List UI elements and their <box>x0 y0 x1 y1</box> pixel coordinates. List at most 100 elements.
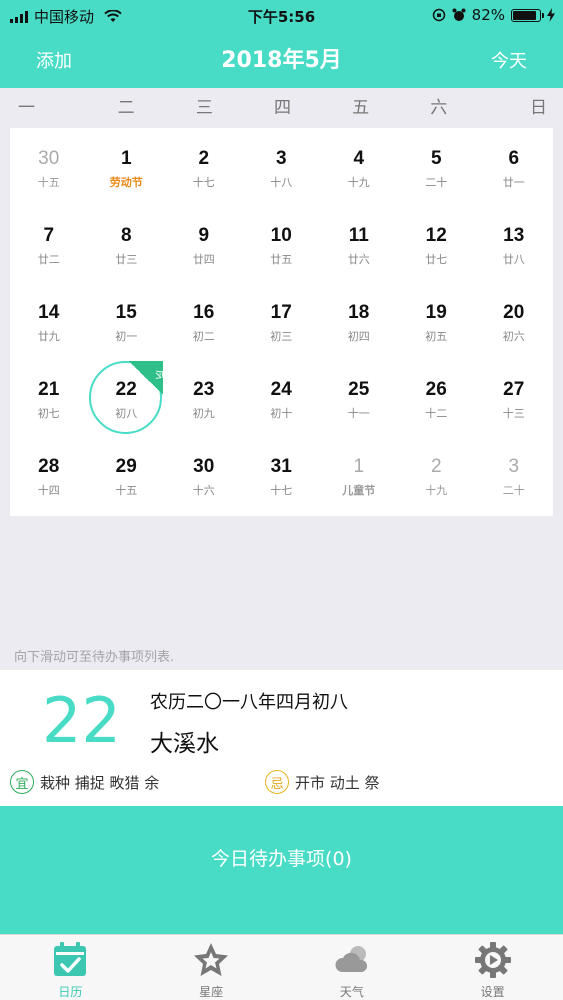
day-element: 大溪水 <box>150 731 219 757</box>
calendar-day[interactable]: 30 十五 <box>10 128 88 205</box>
calendar-day[interactable]: 2 十九 <box>398 436 476 513</box>
day-number: 3 <box>275 148 287 169</box>
calendar-day[interactable]: 14 廿九 <box>10 282 88 359</box>
day-number: 24 <box>270 379 292 400</box>
lunar-day: 初七 <box>37 407 60 420</box>
lunar-day: 初六 <box>502 330 525 343</box>
calendar-day[interactable]: 23 初九 <box>165 359 243 436</box>
lunar-day: 初十 <box>270 407 293 420</box>
calendar-week-row: 7 廿二 8 廿三 9 廿四 10 廿五 11 廿六 12 廿七 13 廿八 <box>10 205 553 282</box>
calendar-day-today[interactable]: 今天 22 初八 <box>88 359 167 436</box>
day-number: 27 <box>503 379 525 400</box>
day-number: 25 <box>348 379 370 400</box>
lunar-day: 二十 <box>425 176 448 189</box>
lunar-day: 十二 <box>425 407 448 420</box>
calendar-day[interactable]: 1 儿童节 <box>320 436 398 513</box>
lunar-day: 初八 <box>115 407 138 420</box>
day-number: 7 <box>43 225 55 246</box>
day-number: 19 <box>425 302 447 323</box>
calendar-day[interactable]: 9 廿四 <box>165 205 243 282</box>
day-number: 26 <box>425 379 447 400</box>
calendar-day[interactable]: 3 十八 <box>243 128 321 205</box>
calendar-day[interactable]: 11 廿六 <box>320 205 398 282</box>
lunar-day: 初五 <box>425 330 448 343</box>
day-number: 2 <box>198 148 210 169</box>
todo-panel[interactable]: 今日待办事项(0) <box>0 806 563 934</box>
lunar-day: 十一 <box>347 407 370 420</box>
tab-horoscope[interactable]: 星座 <box>141 935 282 1000</box>
tab-settings[interactable]: 设置 <box>422 935 563 1000</box>
avoid-activities: 忌 开市 动土 祭 <box>265 770 380 794</box>
calendar-day[interactable]: 28 十四 <box>10 436 88 513</box>
calendar-day[interactable]: 4 十九 <box>320 128 398 205</box>
orientation-lock-icon <box>432 8 445 22</box>
lunar-day: 廿七 <box>425 253 448 266</box>
today-button[interactable]: 今天 <box>491 47 527 73</box>
suitable-text: 栽种 捕捉 畋猎 余 <box>40 773 160 792</box>
lunar-day: 廿五 <box>270 253 293 266</box>
cloud-sun-icon <box>335 946 367 972</box>
lunar-day: 廿四 <box>192 253 215 266</box>
calendar-day[interactable]: 6 廿一 <box>475 128 553 205</box>
tab-bar: 日历 星座 天气 设置 <box>0 934 563 1000</box>
calendar-day[interactable]: 30 十六 <box>165 436 243 513</box>
day-number: 14 <box>38 302 60 323</box>
day-number: 6 <box>508 148 520 169</box>
day-number: 15 <box>115 302 137 323</box>
calendar-day[interactable]: 2 十七 <box>165 128 243 205</box>
day-number: 20 <box>503 302 525 323</box>
day-number: 11 <box>348 225 369 246</box>
day-number: 23 <box>193 379 215 400</box>
tab-calendar[interactable]: 日历 <box>0 935 141 1000</box>
calendar-day[interactable]: 15 初一 <box>88 282 166 359</box>
calendar-grid: 30 十五 1 劳动节 2 十七 3 十八 4 十九 5 二十 6 廿一 7 廿二 8 廿三 9 廿四 10 廿五 11 廿六… <box>10 128 553 516</box>
lunar-day: 十四 <box>37 484 60 497</box>
tab-label: 日历 <box>58 985 83 999</box>
holiday-label: 劳动节 <box>109 176 143 189</box>
calendar-day[interactable]: 17 初三 <box>243 282 321 359</box>
day-detail-panel: 22 农历二〇一八年四月初八 大溪水 宜 栽种 捕捉 畋猎 余 忌 开市 动土 … <box>0 670 563 806</box>
calendar-day[interactable]: 26 十二 <box>398 359 476 436</box>
day-number: 31 <box>270 456 292 477</box>
calendar-day[interactable]: 5 二十 <box>398 128 476 205</box>
todo-label: 今日待办事项(0) <box>211 848 352 870</box>
avoid-text: 开市 动土 祭 <box>295 773 380 792</box>
selected-day-number: 22 <box>42 684 121 757</box>
tab-weather[interactable]: 天气 <box>282 935 423 1000</box>
lunar-day: 十三 <box>502 407 525 420</box>
calendar-day[interactable]: 16 初二 <box>165 282 243 359</box>
day-number: 1 <box>120 148 132 169</box>
calendar-day[interactable]: 1 劳动节 <box>88 128 166 205</box>
calendar-day[interactable]: 8 廿三 <box>88 205 166 282</box>
scroll-hint: 向下滑动可至待办事项列表. <box>14 650 175 665</box>
weekday-label: 四 <box>273 98 291 118</box>
nav-bar: 添加 2018年5月 今天 <box>0 30 563 88</box>
calendar-day[interactable]: 19 初五 <box>398 282 476 359</box>
calendar-day[interactable]: 10 廿五 <box>243 205 321 282</box>
day-number: 18 <box>348 302 370 323</box>
weekday-label: 一 <box>18 98 35 118</box>
lunar-day: 廿八 <box>502 253 525 266</box>
calendar-day[interactable]: 12 廿七 <box>398 205 476 282</box>
calendar-day[interactable]: 31 十七 <box>243 436 321 513</box>
calendar-day[interactable]: 29 十五 <box>88 436 166 513</box>
calendar-day[interactable]: 24 初十 <box>243 359 321 436</box>
day-number: 12 <box>425 225 447 246</box>
calendar-day[interactable]: 20 初六 <box>475 282 553 359</box>
calendar-day[interactable]: 13 廿八 <box>475 205 553 282</box>
calendar-day[interactable]: 7 廿二 <box>10 205 88 282</box>
calendar-day[interactable]: 21 初七 <box>10 359 88 436</box>
calendar-day[interactable]: 3 二十 <box>475 436 553 513</box>
alarm-icon <box>452 8 466 21</box>
lunar-day: 十七 <box>270 484 293 497</box>
star-icon <box>194 943 229 976</box>
month-title: 2018年5月 <box>221 48 342 73</box>
lunar-day: 初二 <box>192 330 215 343</box>
lunar-day: 廿一 <box>502 176 525 189</box>
calendar-day[interactable]: 27 十三 <box>475 359 553 436</box>
calendar-day[interactable]: 18 初四 <box>320 282 398 359</box>
weekday-label: 五 <box>352 98 370 118</box>
lunar-day: 廿二 <box>37 253 60 266</box>
calendar-day[interactable]: 25 十一 <box>320 359 398 436</box>
day-number: 5 <box>430 148 442 169</box>
